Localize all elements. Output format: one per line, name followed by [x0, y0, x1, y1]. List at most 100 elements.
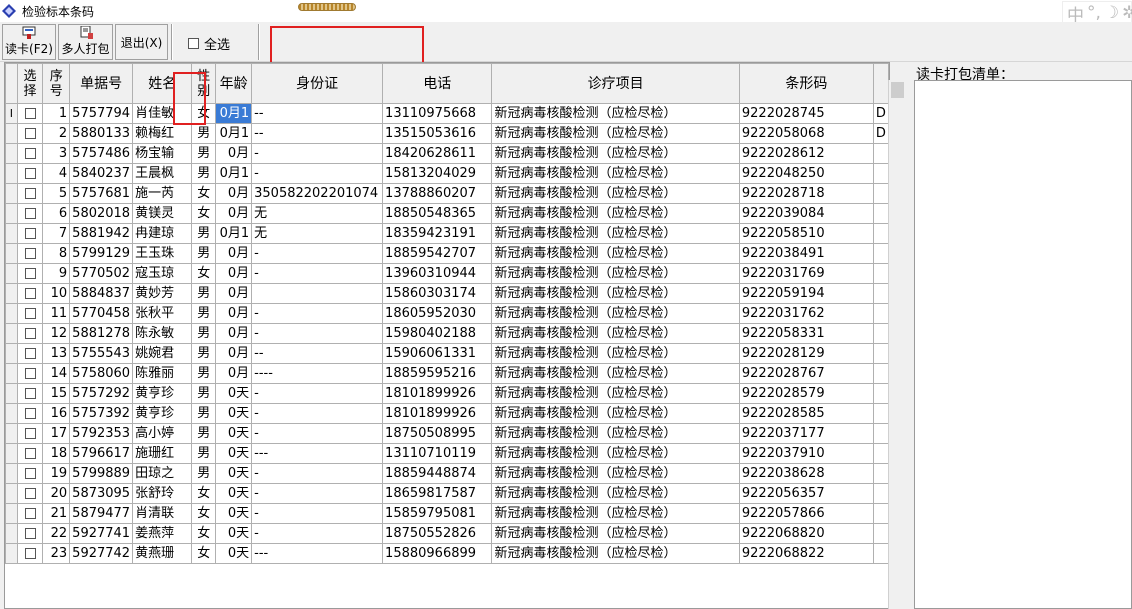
table-row[interactable]: 11 5770458 张秋平男 0月 -18605952030 新冠病毒核酸检测（应检尽检… — [5, 303, 889, 324]
cell-doc-no[interactable]: 5880133 — [69, 123, 134, 144]
row-select-cell[interactable] — [16, 283, 44, 304]
cell-barcode[interactable]: 9222037177 — [738, 423, 874, 444]
cell-age[interactable]: 0月1 — [215, 103, 253, 124]
cell-item[interactable]: 新冠病毒核酸检测（应检尽检） — [491, 543, 740, 564]
header-id-card[interactable]: 身份证 — [251, 63, 384, 104]
cell-id-card[interactable]: - — [251, 503, 384, 524]
cell-phone[interactable]: 13110710119 — [382, 443, 493, 464]
cell-phone[interactable]: 15880966899 — [382, 543, 493, 564]
read-card-button[interactable]: 读卡(F2) — [2, 24, 56, 60]
cell-phone[interactable]: 15813204029 — [382, 163, 493, 184]
exit-button[interactable]: 退出(X) — [115, 24, 168, 60]
cell-id-card[interactable]: - — [251, 323, 384, 344]
cell-name[interactable]: 张秋平 — [132, 303, 193, 324]
cell-name[interactable]: 杨宝输 — [132, 143, 193, 164]
cell-barcode[interactable]: 9222028612 — [738, 143, 874, 164]
header-sex[interactable]: 性别 — [191, 63, 217, 104]
row-select-cell[interactable] — [16, 203, 44, 224]
cell-name[interactable]: 黄妙芳 — [132, 283, 193, 304]
cell-id-card[interactable] — [251, 283, 384, 304]
cell-item[interactable]: 新冠病毒核酸检测（应检尽检） — [491, 283, 740, 304]
cell-phone[interactable]: 15860303174 — [382, 283, 493, 304]
cell-extra[interactable] — [872, 363, 889, 384]
cell-age[interactable]: 0月 — [215, 203, 253, 224]
cell-phone[interactable]: 18850548365 — [382, 203, 493, 224]
row-select-checkbox[interactable] — [24, 287, 36, 299]
cell-id-card[interactable]: - — [251, 403, 384, 424]
cell-age[interactable]: 0月 — [215, 263, 253, 284]
cell-sex[interactable]: 男 — [191, 303, 217, 324]
table-row[interactable]: 19 5799889 田琼之男 0天 -18859448874 新冠病毒核酸检测（应检尽检… — [5, 463, 889, 484]
cell-sex[interactable]: 女 — [191, 503, 217, 524]
cell-id-card[interactable]: - — [251, 523, 384, 544]
cell-sex[interactable]: 男 — [191, 423, 217, 444]
cell-barcode[interactable]: 9222028579 — [738, 383, 874, 404]
cell-doc-no[interactable]: 5757794 — [69, 103, 134, 124]
cell-id-card[interactable]: - — [251, 303, 384, 324]
cell-doc-no[interactable]: 5799889 — [69, 463, 134, 484]
cell-item[interactable]: 新冠病毒核酸检测（应检尽检） — [491, 123, 740, 144]
cell-doc-no[interactable]: 5757392 — [69, 403, 134, 424]
cell-item[interactable]: 新冠病毒核酸检测（应检尽检） — [491, 203, 740, 224]
cell-name[interactable]: 黄亨珍 — [132, 403, 193, 424]
table-row[interactable]: 16 5757392 黄亨珍男 0天 -18101899926 新冠病毒核酸检测（应检尽检… — [5, 403, 889, 424]
cell-name[interactable]: 寇玉琼 — [132, 263, 193, 284]
cell-item[interactable]: 新冠病毒核酸检测（应检尽检） — [491, 163, 740, 184]
cell-sex[interactable]: 男 — [191, 463, 217, 484]
row-select-checkbox[interactable] — [24, 267, 36, 279]
cell-name[interactable]: 田琼之 — [132, 463, 193, 484]
cell-age[interactable]: 0月 — [215, 363, 253, 384]
table-row[interactable]: 3 5757486 杨宝输男 0月 -18420628611 新冠病毒核酸检测（应检尽检）… — [5, 143, 889, 164]
cell-doc-no[interactable]: 5881942 — [69, 223, 134, 244]
row-select-cell[interactable] — [16, 443, 44, 464]
cell-extra[interactable] — [872, 323, 889, 344]
cell-phone[interactable]: 18659817587 — [382, 483, 493, 504]
cell-barcode[interactable]: 9222058510 — [738, 223, 874, 244]
row-select-checkbox[interactable] — [24, 107, 36, 119]
cell-phone[interactable]: 18101899926 — [382, 383, 493, 404]
row-select-checkbox[interactable] — [24, 307, 36, 319]
cell-barcode[interactable]: 9222058068 — [738, 123, 874, 144]
cell-doc-no[interactable]: 5757681 — [69, 183, 134, 204]
cell-id-card[interactable]: - — [251, 263, 384, 284]
row-select-checkbox[interactable] — [24, 147, 36, 159]
cell-name[interactable]: 黄燕珊 — [132, 543, 193, 564]
header-select[interactable]: 选择 — [16, 63, 44, 104]
cell-item[interactable]: 新冠病毒核酸检测（应检尽检） — [491, 143, 740, 164]
cell-barcode[interactable]: 9222031769 — [738, 263, 874, 284]
cell-extra[interactable] — [872, 343, 889, 364]
cell-phone[interactable]: 18859542707 — [382, 243, 493, 264]
cell-age[interactable]: 0天 — [215, 543, 253, 564]
table-row[interactable]: 10 5884837 黄妙芳男 0月 15860303174 新冠病毒核酸检测（应检尽检）… — [5, 283, 889, 304]
table-row[interactable]: 4 5840237 王晨枫男 0月1-15813204029 新冠病毒核酸检测（应检尽检… — [5, 163, 889, 184]
cell-id-card[interactable]: - — [251, 423, 384, 444]
cell-item[interactable]: 新冠病毒核酸检测（应检尽检） — [491, 503, 740, 524]
cell-id-card[interactable]: - — [251, 463, 384, 484]
header-phone[interactable]: 电话 — [382, 63, 493, 104]
cell-extra[interactable]: D — [872, 123, 889, 144]
cell-age[interactable]: 0月1 — [215, 123, 253, 144]
cell-extra[interactable] — [872, 403, 889, 424]
cell-item[interactable]: 新冠病毒核酸检测（应检尽检） — [491, 443, 740, 464]
cell-extra[interactable] — [872, 543, 889, 564]
cell-extra[interactable] — [872, 463, 889, 484]
row-select-cell[interactable] — [16, 183, 44, 204]
table-row[interactable]: 17 5792353 高小婷男 0天 -18750508995 新冠病毒核酸检测（应检尽检… — [5, 423, 889, 444]
cell-name[interactable]: 王玉珠 — [132, 243, 193, 264]
header-seq[interactable]: 序号 — [42, 63, 71, 104]
cell-item[interactable]: 新冠病毒核酸检测（应检尽检） — [491, 263, 740, 284]
cell-name[interactable]: 高小婷 — [132, 423, 193, 444]
row-select-cell[interactable] — [16, 223, 44, 244]
table-row[interactable]: 18 5796617 施珊红男 0天 --- 13110710119 新冠病毒核酸检测（应检… — [5, 443, 889, 464]
row-select-checkbox[interactable] — [24, 247, 36, 259]
row-select-checkbox[interactable] — [24, 367, 36, 379]
cell-id-card[interactable]: - — [251, 143, 384, 164]
table-row[interactable]: 7 5881942 冉建琼男 0月1 无 18359423191 新冠病毒核酸检测（应检尽… — [5, 223, 889, 244]
cell-extra[interactable] — [872, 303, 889, 324]
cell-doc-no[interactable]: 5758060 — [69, 363, 134, 384]
cell-name[interactable]: 黄亨珍 — [132, 383, 193, 404]
row-select-checkbox[interactable] — [24, 167, 36, 179]
cell-sex[interactable]: 男 — [191, 243, 217, 264]
cell-id-card[interactable]: 无 — [251, 223, 384, 244]
row-select-checkbox[interactable] — [24, 427, 36, 439]
